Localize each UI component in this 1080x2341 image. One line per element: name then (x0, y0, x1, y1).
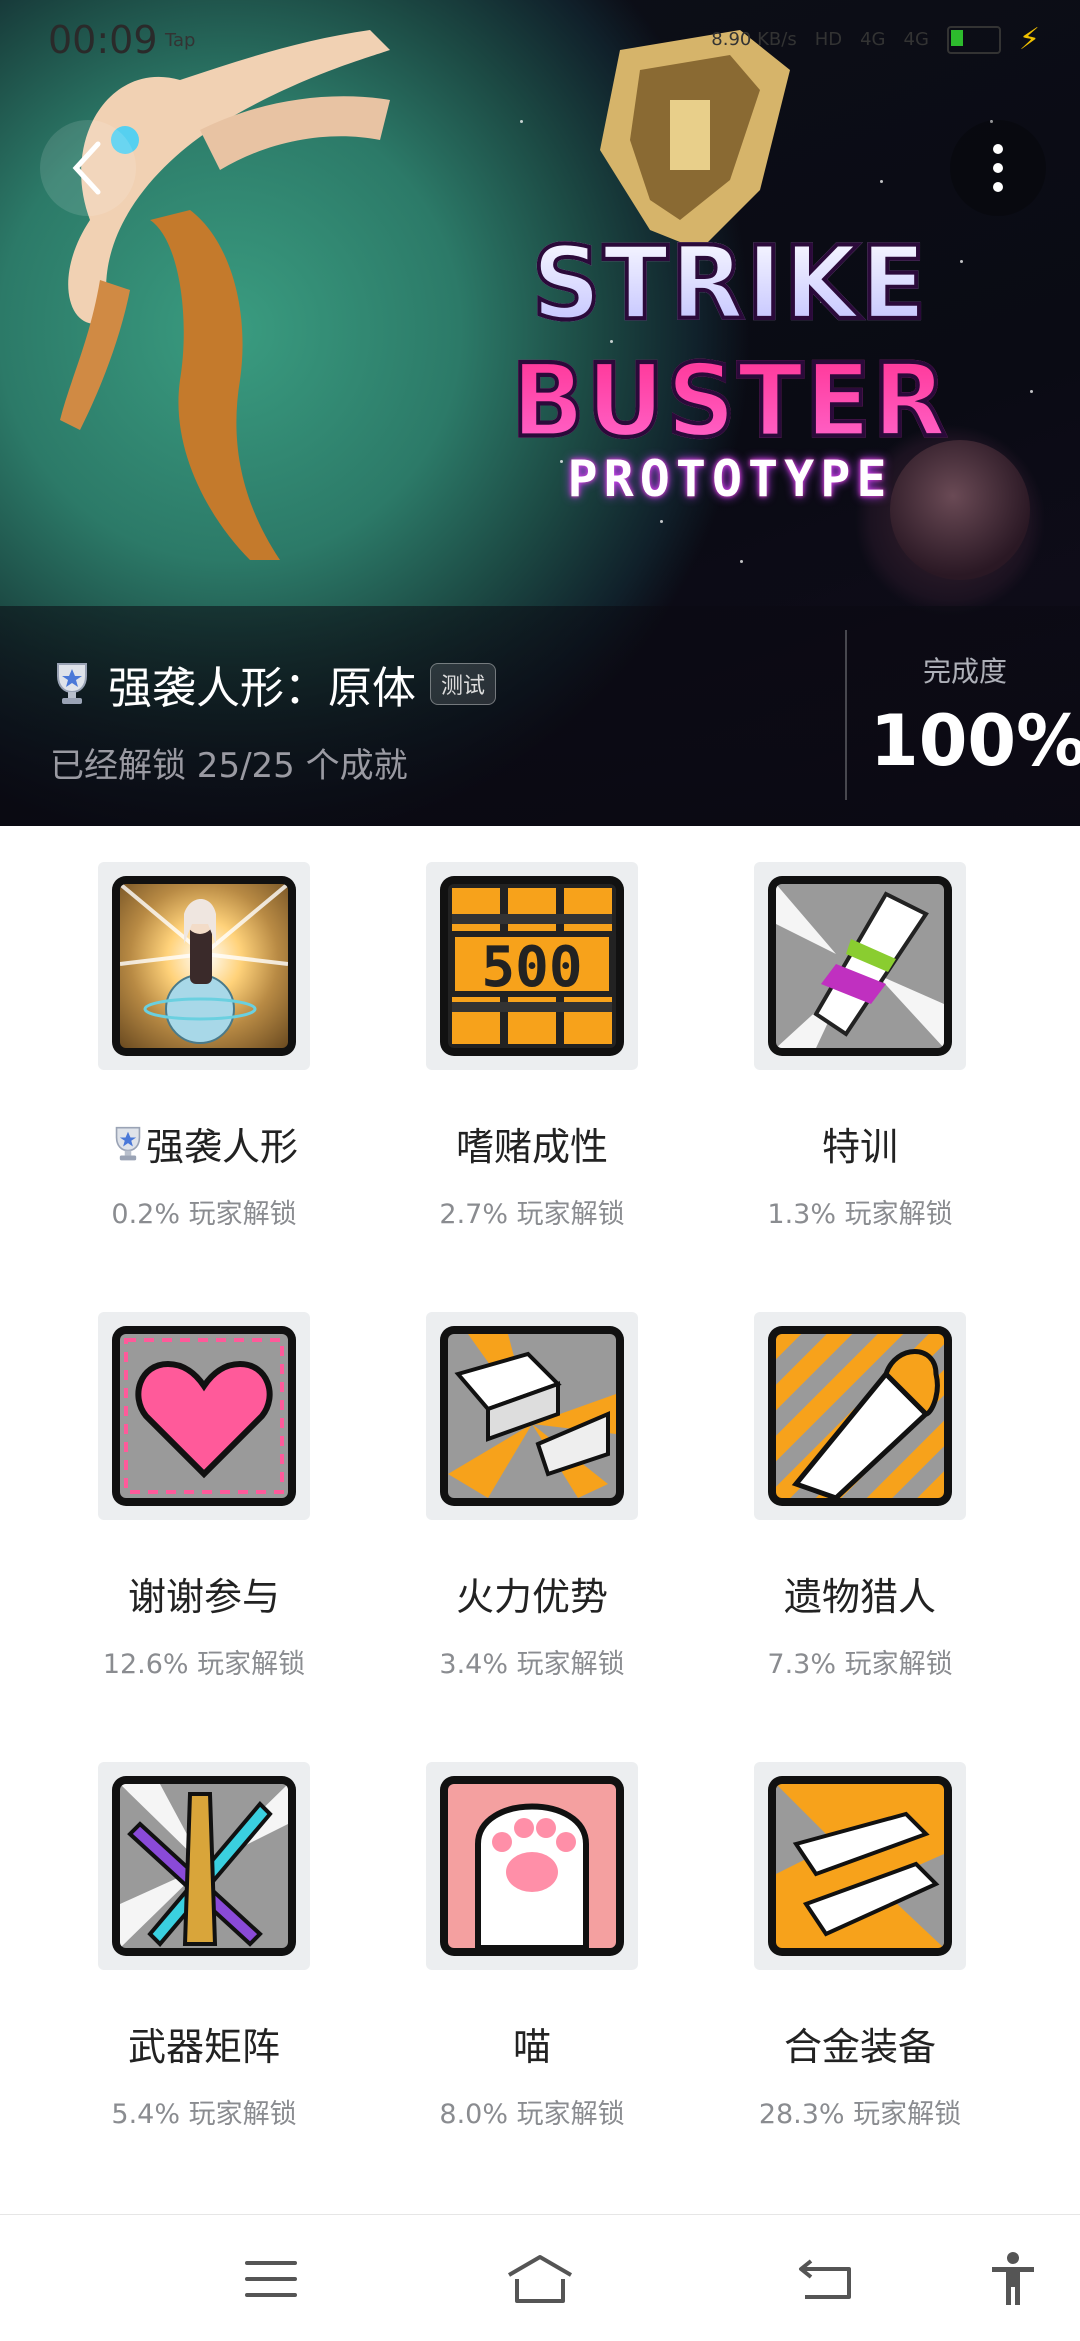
achievement-card[interactable]: 武器矩阵 5.4% 玩家解锁 (40, 1726, 368, 2156)
back-button[interactable] (40, 120, 136, 216)
achievement-icon (768, 876, 952, 1056)
achievement-name: 火力优势 (455, 1575, 608, 1619)
status-right-icons: 8.90 KB/s HD 4G 4G ⚡ (711, 22, 1040, 57)
divider (845, 630, 847, 800)
status-time: 00:09 (48, 18, 158, 62)
achievement-card[interactable]: 谢谢参与 12.6% 玩家解锁 (40, 1276, 368, 1706)
status-bar: 00:09 Tap 8.90 KB/s HD 4G 4G ⚡ (0, 0, 1080, 80)
test-tag: 测试 (430, 663, 497, 705)
achievement-card[interactable]: 喵 8.0% 玩家解锁 (368, 1726, 696, 2156)
menu-icon (245, 2261, 297, 2297)
achievement-rate: 8.0% 玩家解锁 (439, 2099, 625, 2130)
more-button[interactable] (950, 120, 1046, 216)
achievement-name: 合金装备 (783, 2025, 936, 2069)
network-speed: 8.90 KB/s (711, 29, 797, 50)
unlock-summary: 已经解锁 25/25 个成就 (50, 746, 408, 786)
game-title-row: 强袭人形：原体 测试 (50, 652, 497, 716)
status-app-icons: Tap (165, 30, 196, 51)
return-icon (799, 2259, 851, 2299)
signal-hd: HD (814, 29, 843, 50)
achievement-icon (112, 876, 296, 1056)
achievement-name: 武器矩阵 (127, 2025, 280, 2069)
slot-number-text: 500 (481, 935, 582, 1000)
achievement-rate: 0.2% 玩家解锁 (111, 1199, 297, 1230)
achievement-name: 特训 (821, 1125, 898, 1169)
completion-label: 完成度 (922, 655, 1007, 688)
achievement-card[interactable]: 遗物猎人 7.3% 玩家解锁 (696, 1276, 1024, 1706)
achievement-rate: 1.3% 玩家解锁 (767, 1199, 953, 1230)
achievement-name: 遗物猎人 (783, 1575, 936, 1619)
achievement-name: 喵 (512, 2025, 551, 2069)
achievement-icon (768, 1776, 952, 1956)
battery-icon (946, 25, 1001, 54)
completion-value: 100% (870, 700, 1080, 782)
accessibility-button[interactable] (978, 2249, 1048, 2309)
achievement-name-text: 强袭人形 (145, 1125, 298, 1169)
achievement-rate: 2.7% 玩家解锁 (439, 1199, 625, 1230)
achievement-icon: 500 (440, 876, 624, 1056)
achievement-rate: 7.3% 玩家解锁 (767, 1649, 953, 1680)
system-nav-bar (0, 2214, 1080, 2341)
signal-4g-1: 4G (860, 29, 886, 50)
achievement-icon (768, 1326, 952, 1506)
game-title: 强袭人形：原体 (108, 663, 416, 714)
achievement-card[interactable]: 火力优势 3.4% 玩家解锁 (368, 1276, 696, 1706)
achievement-icon (112, 1776, 296, 1956)
home-icon (507, 2255, 573, 2303)
game-logo: STRIKE BUSTER PROTOTYPE (400, 222, 1060, 508)
achievement-card[interactable]: 强袭人形 0.2% 玩家解锁 (40, 826, 368, 1256)
more-vertical-icon (993, 144, 1003, 192)
achievement-name: 强袭人形 (40, 1116, 368, 1171)
accessibility-icon (992, 2252, 1034, 2305)
character-art (60, 30, 390, 560)
signal-4g-2: 4G (903, 29, 929, 50)
achievement-icon (112, 1326, 296, 1506)
achievement-icon (440, 1326, 624, 1506)
logo-title: STRIKE BUSTER (400, 222, 1060, 461)
chevron-left-icon (72, 141, 101, 195)
achievement-card[interactable]: 500 嗜赌成性 2.7% 玩家解锁 (368, 826, 696, 1256)
achievement-icon (440, 1776, 624, 1956)
trophy-icon (115, 1126, 141, 1161)
charging-icon: ⚡ (1018, 22, 1040, 57)
menu-button[interactable] (236, 2249, 306, 2309)
achievement-rate: 28.3% 玩家解锁 (758, 2099, 962, 2130)
achievement-name: 谢谢参与 (127, 1575, 280, 1619)
home-button[interactable] (505, 2249, 575, 2309)
achievement-name: 嗜赌成性 (455, 1125, 608, 1169)
return-button[interactable] (790, 2249, 860, 2309)
achievement-card[interactable]: 合金装备 28.3% 玩家解锁 (696, 1726, 1024, 2156)
achievement-rate: 12.6% 玩家解锁 (102, 1649, 306, 1680)
achievement-rate: 5.4% 玩家解锁 (111, 2099, 297, 2130)
achievement-rate: 3.4% 玩家解锁 (439, 1649, 625, 1680)
trophy-icon (57, 663, 87, 704)
achievement-card[interactable]: 特训 1.3% 玩家解锁 (696, 826, 1024, 1256)
